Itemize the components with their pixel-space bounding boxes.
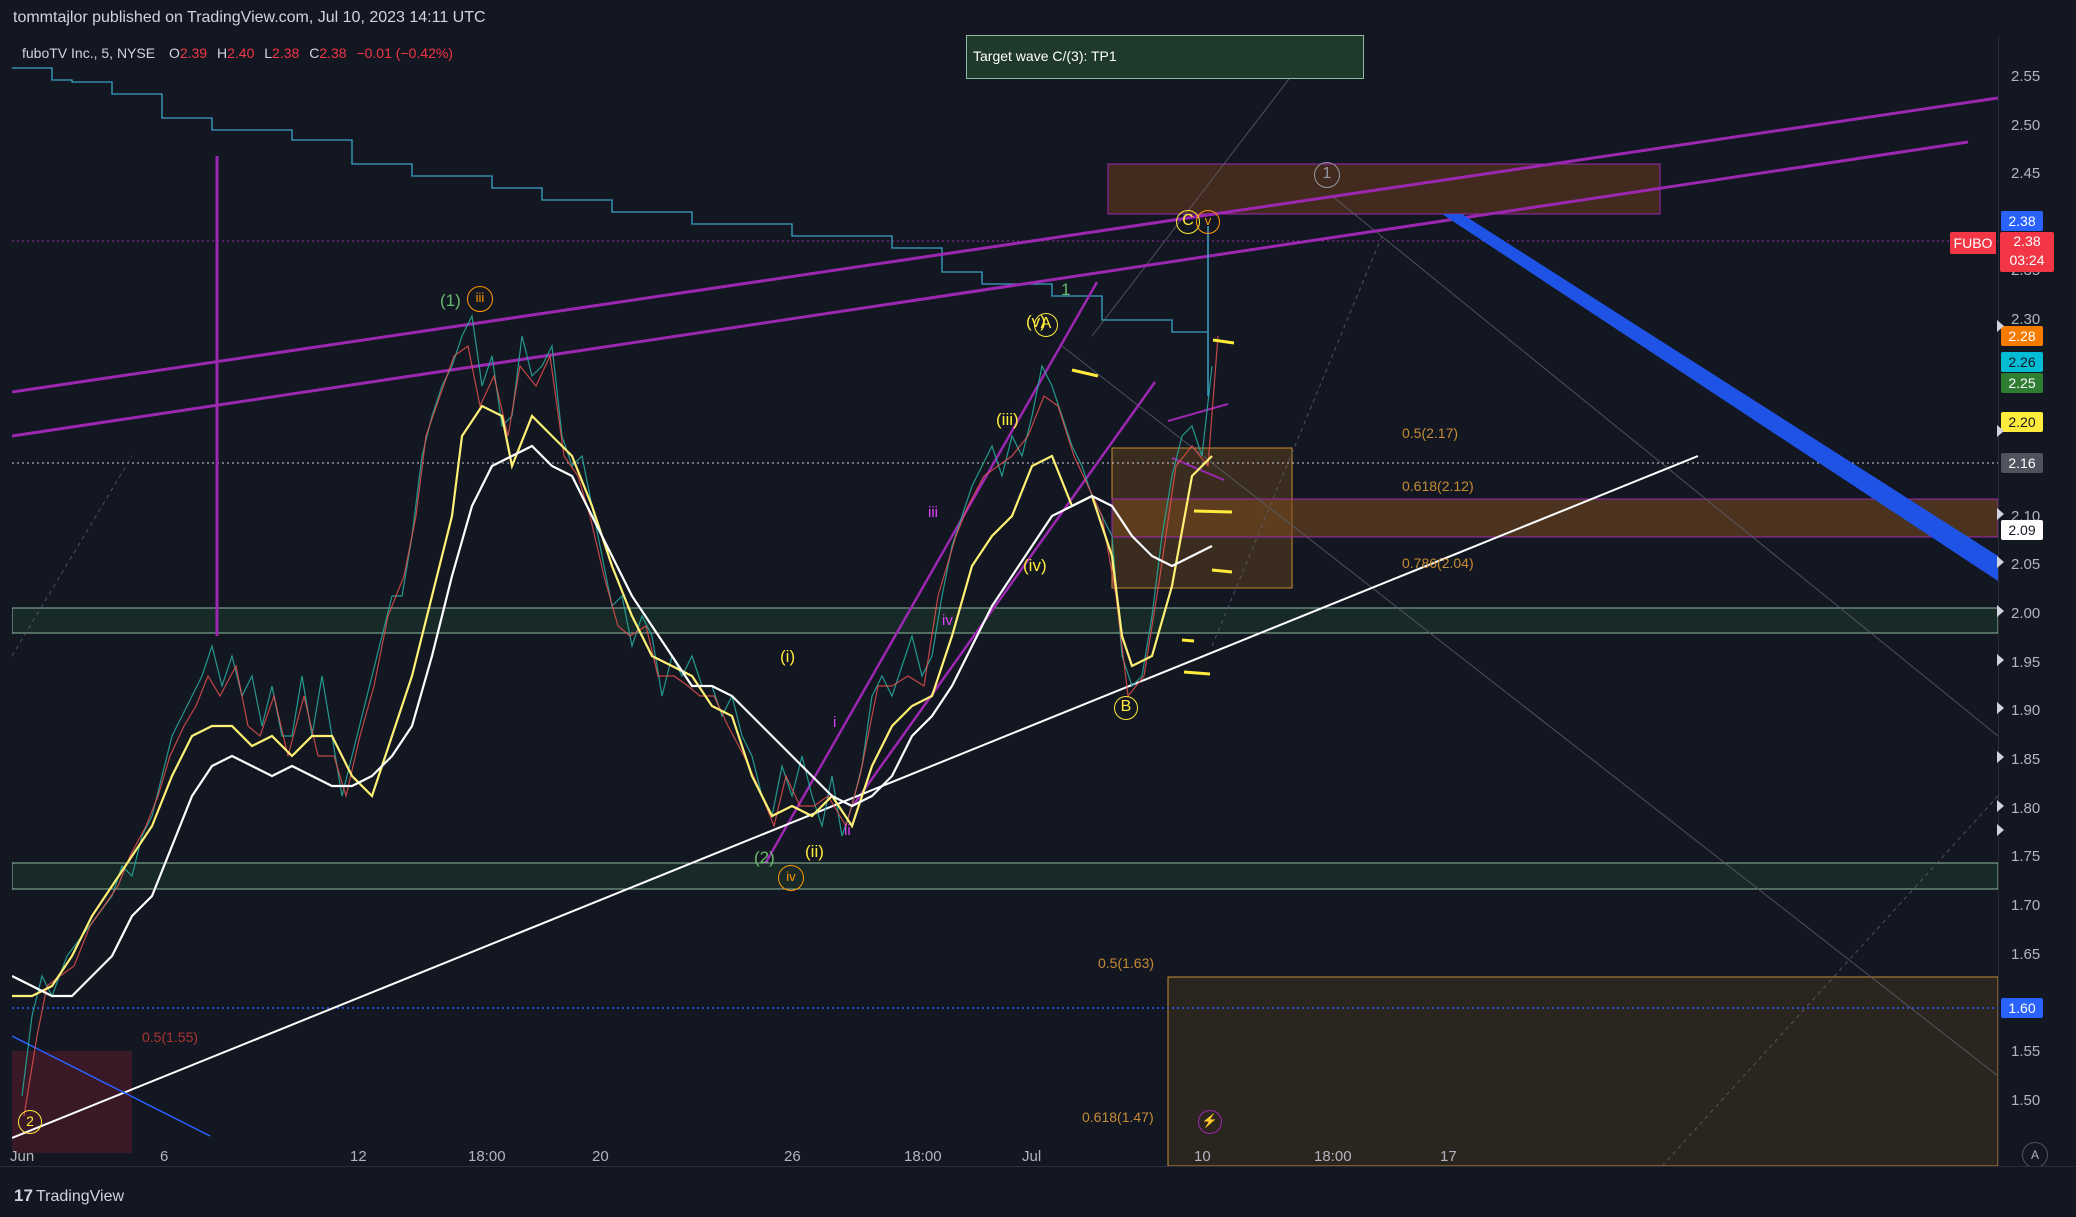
price-tick: 1.95 — [2011, 654, 2041, 671]
symbol-info: fuboTV Inc., 5, NYSE O2.39 H2.40 L2.38 C… — [22, 45, 453, 61]
wave-label-circle-2: 2 — [18, 1110, 42, 1134]
price-tick: 2.00 — [2011, 605, 2041, 622]
wave-label-iv-paren: (iv) — [1023, 556, 1047, 575]
wave-label-ii-pink: ii — [844, 822, 851, 839]
wave-label-iii-pink: iii — [928, 504, 938, 521]
symbol-price-tag: FUBO — [1950, 232, 1996, 254]
time-label: 26 — [784, 1148, 801, 1165]
alert-marker-icon[interactable] — [1997, 824, 2004, 836]
alert-marker-icon[interactable] — [1997, 751, 2004, 763]
chart-plot-area[interactable]: (1) iii (2) iv 1 (v) A B C v (i) (ii) (i… — [12, 36, 1998, 1166]
price-tick: 1.90 — [2011, 702, 2041, 719]
wave-label-iv-pink: iv — [942, 612, 953, 629]
wave-label-i-pink: i — [833, 714, 837, 731]
fib-label-lower-0618: 0.618(1.47) — [1082, 1109, 1154, 1125]
chart-header: tommtajlor published on TradingView.com,… — [0, 0, 2076, 36]
white-ma — [12, 444, 1213, 998]
wave-label-iii-paren: (iii) — [996, 410, 1019, 429]
time-label: 17 — [1440, 1148, 1457, 1165]
time-label: Jul — [1022, 1148, 1042, 1165]
tradingview-logo[interactable]: 17 TradingView — [14, 1186, 124, 1206]
price-tick: 2.45 — [2011, 165, 2041, 182]
price-tag: 2.16 — [2001, 453, 2043, 473]
price-tick: 2.55 — [2011, 68, 2041, 85]
auto-scale-button[interactable]: A — [2022, 1142, 2048, 1168]
chart-drawing — [12, 36, 1998, 1166]
ohlc-high: 2.40 — [227, 45, 255, 61]
bar-countdown: 03:24 — [2009, 252, 2045, 268]
price-tag: 2.26 — [2001, 352, 2043, 372]
alert-marker-icon[interactable] — [1997, 320, 2004, 332]
wave-label-ii-paren: (ii) — [805, 842, 824, 861]
ohlc-open: 2.39 — [179, 45, 208, 61]
time-axis[interactable]: Jun 6 12 18:00 20 26 18:00 Jul 10 18:00 … — [0, 1140, 2076, 1166]
ohlc-close: 2.38 — [319, 45, 347, 61]
price-tick: 1.75 — [2011, 848, 2041, 865]
symbol-name: fuboTV Inc., 5, NYSE — [22, 45, 156, 61]
fib-label-upper-0618: 0.618(2.12) — [1402, 478, 1474, 494]
support-zone-2 — [12, 607, 1998, 634]
price-tag: 2.38 — [2001, 211, 2043, 231]
yellow-ma — [12, 404, 1213, 998]
wave-label-circle-1-gray: 1 — [1314, 162, 1340, 188]
wave-label-1-green-small: 1 — [1061, 280, 1071, 299]
alert-marker-icon[interactable] — [1997, 800, 2004, 812]
alert-marker-icon[interactable] — [1997, 654, 2004, 666]
price-tag: 1.60 — [2001, 998, 2043, 1018]
price-tag: 2.09 — [2001, 520, 2043, 540]
price-tick: 1.85 — [2011, 751, 2041, 768]
alert-marker-icon[interactable] — [1997, 605, 2004, 617]
wave-label-iv-orange: iv — [778, 865, 804, 891]
support-zone-1 — [12, 862, 1998, 890]
wave-label-1-green: (1) — [440, 291, 461, 310]
purple-trend-lower — [12, 140, 1969, 438]
price-tag: 2.28 — [2001, 326, 2043, 346]
publish-info: tommtajlor published on TradingView.com,… — [13, 9, 486, 26]
step-line — [12, 67, 1207, 333]
wave-label-A: A — [1034, 313, 1058, 337]
fib-label-left-05: 0.5(1.55) — [142, 1029, 199, 1045]
price-tick: 1.55 — [2011, 1043, 2041, 1060]
wave-label-2-green: (2) — [754, 848, 775, 867]
current-price-tag: 2.38 03:24 — [2000, 232, 2054, 272]
current-price: 2.38 — [2013, 233, 2041, 249]
wave-label-iii-orange: iii — [467, 286, 493, 312]
alert-marker-icon[interactable] — [1997, 702, 2004, 714]
price-axis[interactable]: 2.55 2.50 2.45 2.35 2.30 2.10 2.05 2.00 … — [1997, 36, 2076, 1166]
price-tick: 1.50 — [2011, 1092, 2041, 1109]
lightning-icon[interactable]: ⚡ — [1198, 1110, 1222, 1134]
price-tick: 1.70 — [2011, 897, 2041, 914]
wave-label-B: B — [1114, 696, 1138, 720]
price-tick: 2.05 — [2011, 556, 2041, 573]
time-label: 12 — [350, 1148, 367, 1165]
time-label: Jun — [10, 1148, 35, 1165]
tradingview-logo-icon: 17 — [14, 1186, 33, 1205]
wave-label-v-orange: v — [1196, 210, 1220, 234]
purple-fib-zone — [1111, 498, 1998, 538]
alert-marker-icon[interactable] — [1997, 425, 2004, 437]
footer: 17 TradingView — [0, 1166, 2076, 1217]
ohlc-low: 2.38 — [272, 45, 300, 61]
target-note[interactable]: Target wave C/(3): TP1 — [966, 35, 1364, 79]
alert-marker-icon[interactable] — [1997, 556, 2004, 568]
time-label: 18:00 — [1314, 1148, 1352, 1165]
lower-fib-zone — [1167, 976, 1998, 1166]
wave-label-i-paren: (i) — [780, 647, 796, 666]
price-tick: 1.65 — [2011, 946, 2041, 963]
ohlc-change: −0.01 (−0.42%) — [356, 45, 453, 61]
fib-label-upper-05: 0.5(2.17) — [1402, 425, 1459, 441]
time-label: 10 — [1194, 1148, 1211, 1165]
alert-marker-icon[interactable] — [1997, 508, 2004, 520]
price-tick: 2.50 — [2011, 117, 2041, 134]
time-label: 20 — [592, 1148, 609, 1165]
fib-label-lower-05: 0.5(1.63) — [1098, 955, 1155, 971]
price-tag: 2.20 — [2001, 412, 2043, 432]
price-tag: 2.25 — [2001, 373, 2043, 393]
price-tick: 1.80 — [2011, 800, 2041, 817]
fib-label-upper-0786: 0.786(2.04) — [1402, 555, 1474, 571]
time-label: 18:00 — [904, 1148, 942, 1165]
time-label: 18:00 — [468, 1148, 506, 1165]
time-label: 6 — [160, 1148, 169, 1165]
purple-trend-upper — [12, 96, 1998, 394]
